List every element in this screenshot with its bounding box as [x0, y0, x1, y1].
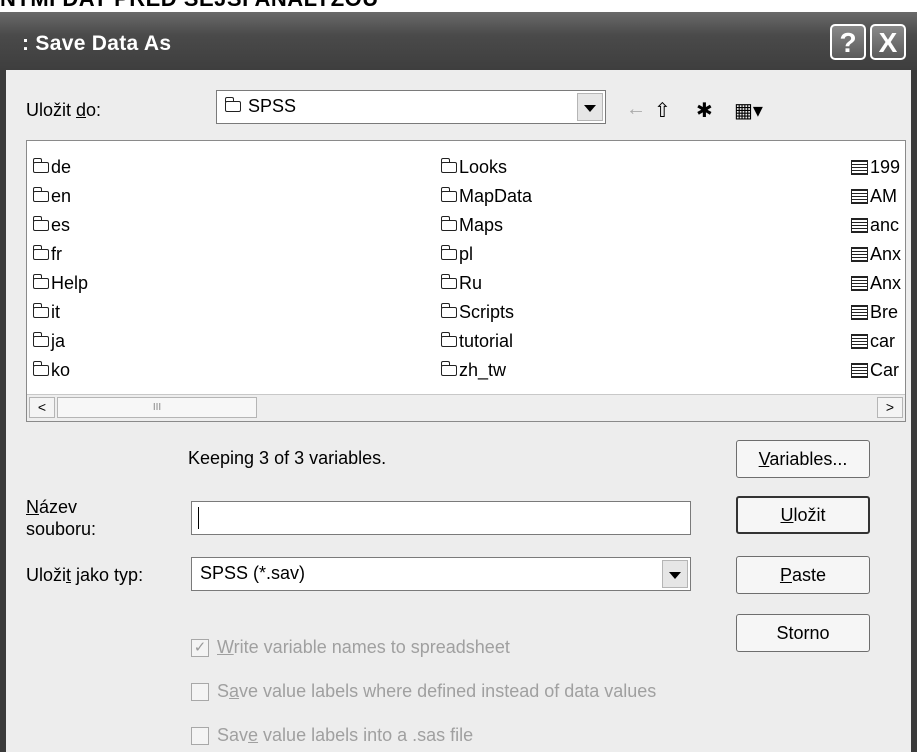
scroll-left-button[interactable]: <: [29, 397, 55, 418]
help-button[interactable]: ?: [830, 24, 866, 60]
variables-button[interactable]: Variables...: [736, 440, 870, 478]
up-folder-icon[interactable]: ⇧: [654, 98, 671, 123]
file-list[interactable]: de en es fr Help it ja ko Looks MapData …: [26, 140, 906, 422]
folder-icon: [33, 361, 49, 376]
folder-icon: [441, 274, 457, 289]
list-item[interactable]: 199: [851, 153, 901, 182]
data-file-icon: [851, 363, 868, 378]
file-column-2: Looks MapData Maps pl Ru Scripts tutoria…: [441, 153, 532, 385]
folder-icon: [441, 332, 457, 347]
list-item[interactable]: it: [33, 298, 88, 327]
data-file-icon: [851, 305, 868, 320]
list-item[interactable]: Looks: [441, 153, 532, 182]
dialog-title: : Save Data As: [22, 32, 172, 55]
checkbox-icon[interactable]: [191, 726, 209, 745]
scroll-right-button[interactable]: >: [877, 397, 903, 418]
list-item[interactable]: zh_tw: [441, 356, 532, 385]
data-file-icon: [851, 276, 868, 291]
save-as-type-label: Uložit jako typ:: [26, 565, 144, 585]
list-item[interactable]: pl: [441, 240, 532, 269]
list-item[interactable]: en: [33, 182, 88, 211]
list-item[interactable]: anc: [851, 211, 901, 240]
list-item[interactable]: Car: [851, 356, 901, 385]
save-as-type-value: SPSS (*.sav): [200, 563, 306, 583]
file-column-1: de en es fr Help it ja ko: [33, 153, 88, 385]
new-folder-icon[interactable]: ✱: [696, 98, 713, 123]
chevron-down-icon[interactable]: [577, 93, 603, 121]
folder-icon: [33, 158, 49, 173]
data-file-icon: [851, 189, 868, 204]
data-file-icon: [851, 160, 868, 175]
list-item[interactable]: fr: [33, 240, 88, 269]
folder-icon: [225, 97, 241, 112]
list-item[interactable]: Scripts: [441, 298, 532, 327]
folder-icon: [33, 245, 49, 260]
chevron-down-icon[interactable]: [662, 560, 688, 588]
list-item[interactable]: ja: [33, 327, 88, 356]
checkbox-icon[interactable]: [191, 682, 209, 701]
folder-icon: [441, 361, 457, 376]
data-file-icon: [851, 334, 868, 349]
list-item[interactable]: Bre: [851, 298, 901, 327]
data-file-icon: [851, 218, 868, 233]
data-file-icon: [851, 247, 868, 262]
save-data-as-dialog: : Save Data As ? X Uložit do: SPSS ← ⇧ ✱…: [0, 12, 917, 752]
save-in-dropdown[interactable]: SPSS: [216, 90, 606, 124]
file-column-3: 199 AM anc Anx Anx Bre car Car: [851, 153, 901, 385]
list-item[interactable]: tutorial: [441, 327, 532, 356]
folder-icon: [441, 216, 457, 231]
list-item[interactable]: MapData: [441, 182, 532, 211]
save-in-label: Uložit do:: [26, 100, 102, 120]
filename-input[interactable]: [191, 501, 691, 535]
folder-icon: [441, 245, 457, 260]
horizontal-scrollbar[interactable]: < III >: [27, 394, 905, 421]
list-item[interactable]: de: [33, 153, 88, 182]
filename-label: Název souboru:: [26, 497, 97, 539]
dialog-body: Uložit do: SPSS ← ⇧ ✱ ▦▾ de en es fr Hel…: [6, 70, 911, 752]
checkbox-check-icon[interactable]: ✓: [191, 638, 209, 657]
folder-icon: [33, 187, 49, 202]
list-item[interactable]: car: [851, 327, 901, 356]
folder-icon: [33, 216, 49, 231]
save-as-type-dropdown[interactable]: SPSS (*.sav): [191, 557, 691, 591]
folder-icon: [441, 303, 457, 318]
keeping-variables-text: Keeping 3 of 3 variables.: [188, 448, 387, 468]
paste-button[interactable]: Paste: [736, 556, 870, 594]
save-sas-labels-checkbox[interactable]: Save value labels into a .sas file: [191, 725, 473, 746]
text-caret: [198, 507, 199, 529]
folder-icon: [441, 158, 457, 173]
save-button[interactable]: Uložit: [736, 496, 870, 534]
title-bar[interactable]: : Save Data As ? X: [0, 12, 917, 70]
folder-icon: [33, 303, 49, 318]
folder-icon: [33, 274, 49, 289]
folder-icon: [441, 187, 457, 202]
scroll-thumb[interactable]: III: [57, 397, 257, 418]
list-item[interactable]: ko: [33, 356, 88, 385]
folder-icon: [33, 332, 49, 347]
list-item[interactable]: Help: [33, 269, 88, 298]
page-heading: NTMI DAT PRED SEJSI ANALYZOU: [0, 0, 379, 11]
list-item[interactable]: Anx: [851, 240, 901, 269]
cancel-button[interactable]: Storno: [736, 614, 870, 652]
close-button[interactable]: X: [870, 24, 906, 60]
save-value-labels-checkbox[interactable]: Save value labels where defined instead …: [191, 681, 656, 702]
list-item[interactable]: AM: [851, 182, 901, 211]
list-item[interactable]: Ru: [441, 269, 532, 298]
save-in-value: SPSS: [248, 96, 297, 116]
write-variable-names-checkbox[interactable]: ✓ Write variable names to spreadsheet: [191, 637, 510, 658]
list-item[interactable]: es: [33, 211, 88, 240]
back-arrow-icon[interactable]: ←: [626, 98, 646, 121]
list-item[interactable]: Maps: [441, 211, 532, 240]
list-item[interactable]: Anx: [851, 269, 901, 298]
view-menu-icon[interactable]: ▦▾: [734, 98, 763, 123]
